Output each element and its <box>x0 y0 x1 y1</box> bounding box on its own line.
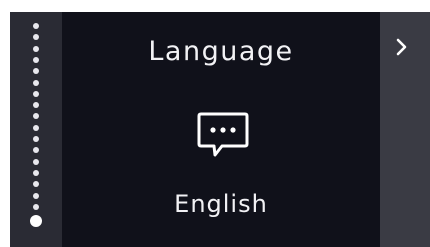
page-dot <box>33 181 39 188</box>
chevron-right-icon <box>396 38 407 56</box>
page-dot <box>33 68 39 75</box>
page-dot <box>33 79 39 86</box>
speech-bubble-icon <box>197 112 249 157</box>
page-dot <box>33 45 39 52</box>
setting-title: Language <box>148 36 294 67</box>
page-dot <box>33 90 39 97</box>
page-dot <box>33 147 39 154</box>
page-indicator-rail <box>10 12 62 247</box>
page-dot-active <box>30 215 42 228</box>
page-indicator-dots <box>30 12 42 247</box>
next-button[interactable] <box>380 12 430 247</box>
device-screen: Language English <box>10 12 430 247</box>
page-dot <box>33 124 39 131</box>
setting-value: English <box>174 190 268 218</box>
page-dot <box>33 169 39 176</box>
page-dot <box>33 102 39 109</box>
page-dot <box>33 136 39 142</box>
page-dot <box>33 203 39 210</box>
setting-panel[interactable]: Language English <box>62 12 380 247</box>
page-dot <box>33 34 39 41</box>
page-dot <box>33 192 39 199</box>
page-dot <box>33 158 39 165</box>
page-dot <box>33 113 39 120</box>
page-dot <box>33 23 39 29</box>
page-dot <box>33 56 39 63</box>
